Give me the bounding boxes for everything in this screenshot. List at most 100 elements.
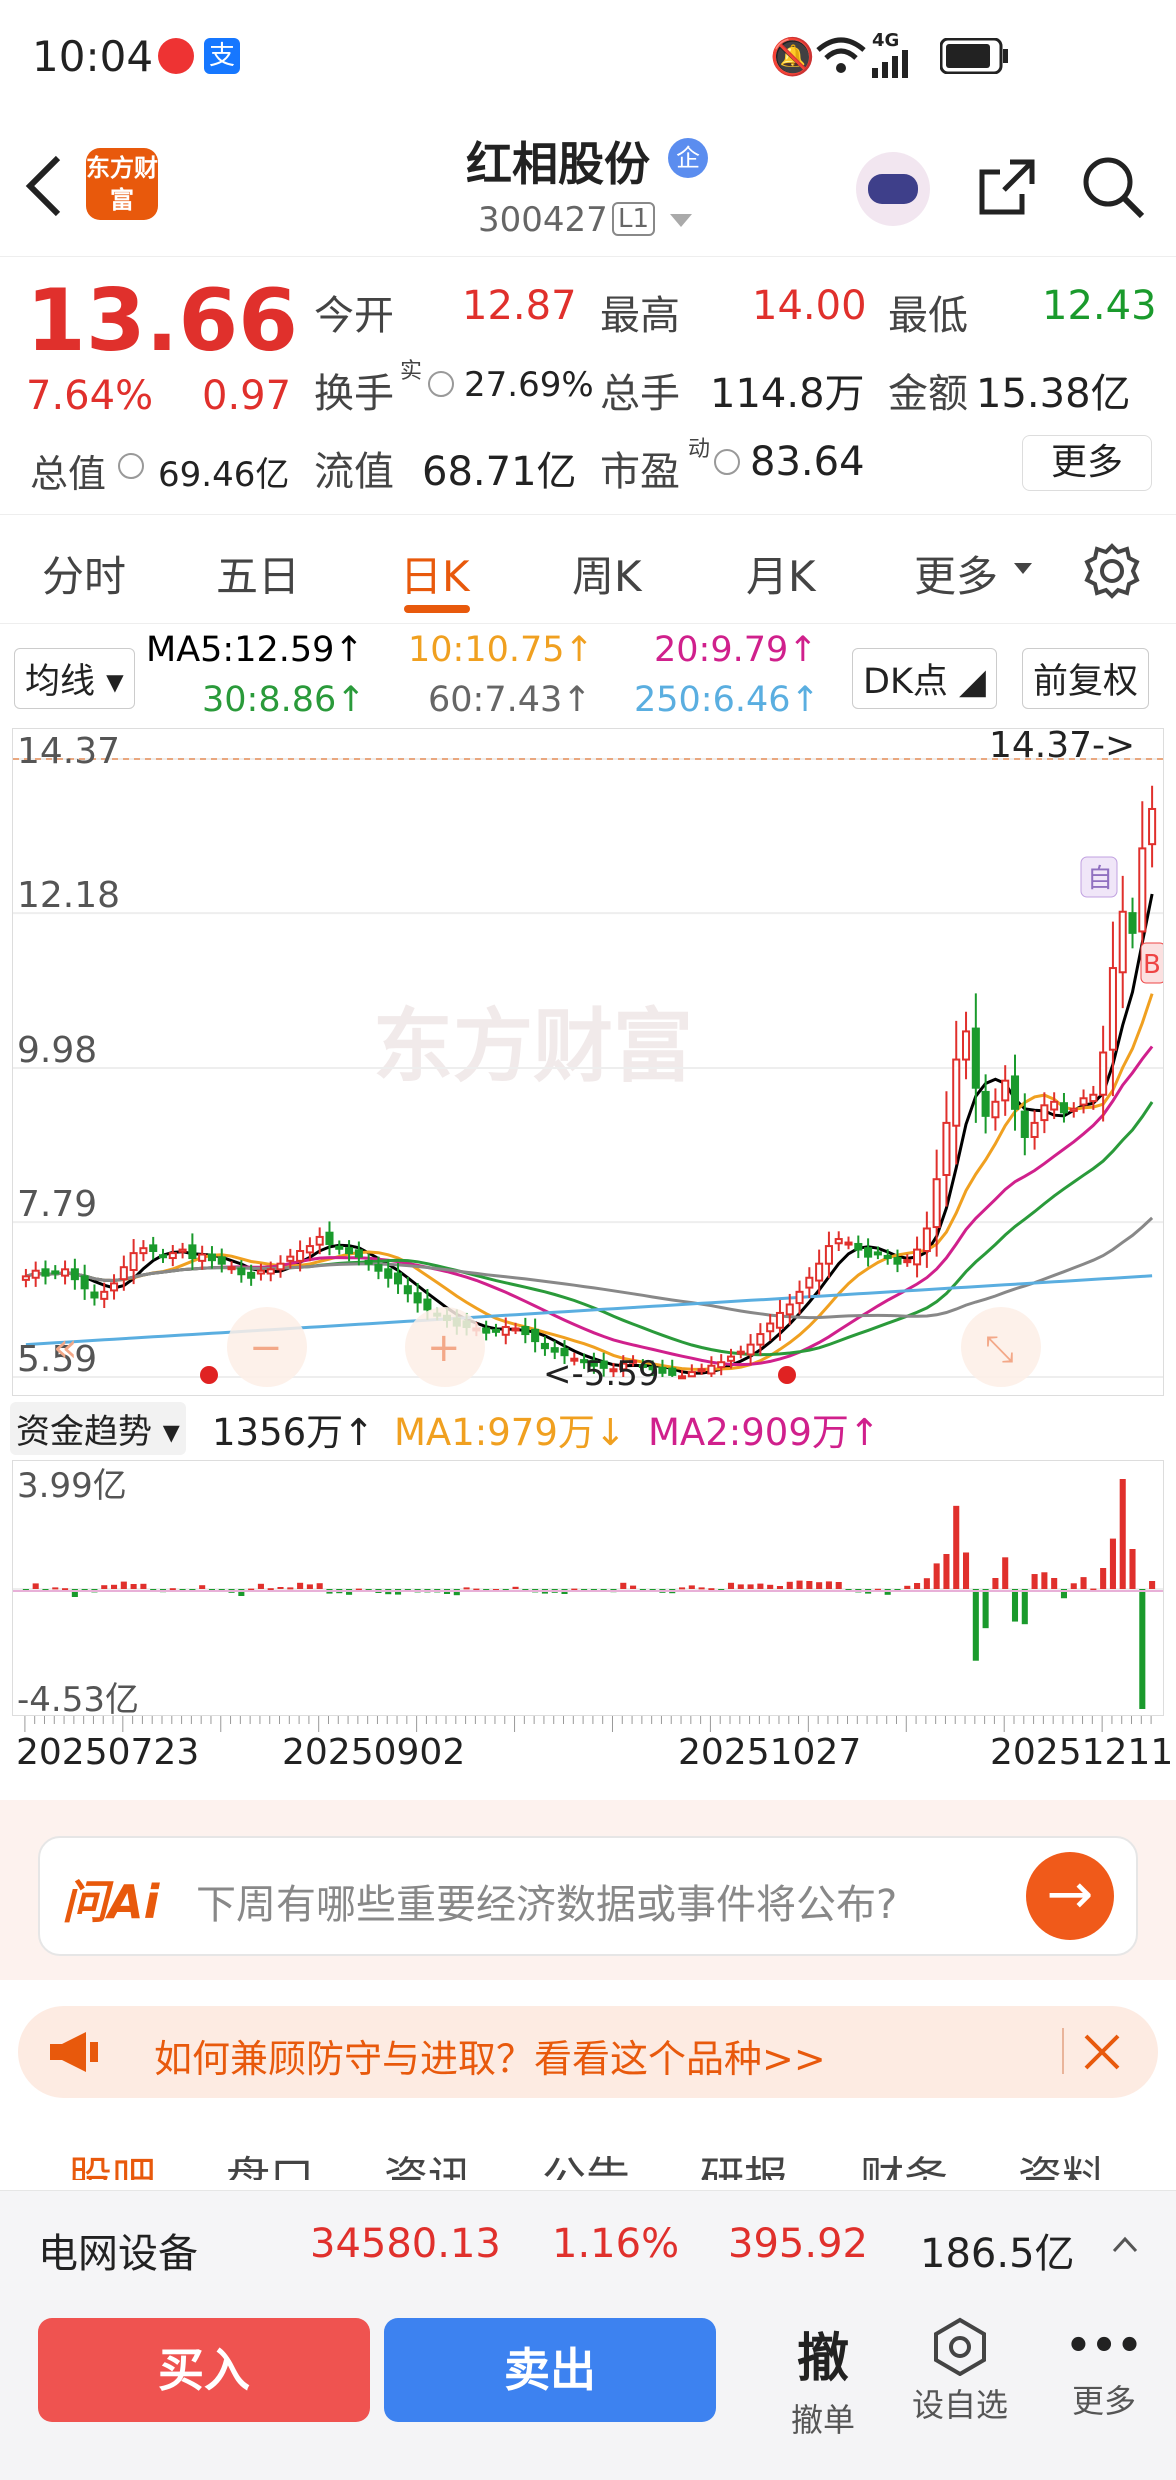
candle-body xyxy=(227,1266,236,1271)
ai-robot-icon[interactable] xyxy=(856,152,930,226)
dk-point-marker xyxy=(200,1366,218,1384)
candle-body xyxy=(256,1269,265,1275)
fund-bar xyxy=(757,1583,764,1589)
candle-body xyxy=(550,1347,559,1353)
fund-bar xyxy=(1100,1568,1107,1589)
candle-body xyxy=(805,1276,814,1289)
info-icon[interactable] xyxy=(118,453,144,479)
subtab-profile[interactable]: 资料 xyxy=(1018,2142,1106,2180)
buy-button[interactable]: 买入 xyxy=(38,2318,370,2422)
current-price: 13.66 xyxy=(26,271,299,371)
subtab-news[interactable]: 资讯 xyxy=(384,2142,472,2180)
candle-body xyxy=(824,1245,833,1265)
candle-body xyxy=(1001,1079,1010,1102)
dk-point-marker xyxy=(778,1366,796,1384)
tab-more[interactable]: 更多 xyxy=(914,543,998,604)
sector-change: 395.92 xyxy=(728,2221,868,2267)
candle-body xyxy=(1050,1100,1059,1111)
chevron-down-icon[interactable] xyxy=(670,214,692,227)
alipay-icon: 支 xyxy=(204,38,240,74)
info-icon[interactable] xyxy=(428,371,454,397)
candle-body xyxy=(864,1247,873,1258)
double-left-icon[interactable]: « xyxy=(53,1325,77,1371)
tab-intraday[interactable]: 分时 xyxy=(42,543,126,604)
fund-top-label: 3.99亿 xyxy=(17,1466,127,1506)
candle-body xyxy=(51,1270,60,1275)
fund-bar xyxy=(1080,1577,1087,1589)
chevron-up-icon[interactable] xyxy=(1112,2235,1138,2253)
more-actions-button[interactable]: ••• 更多 xyxy=(1056,2316,1152,2422)
back-icon[interactable] xyxy=(24,154,64,218)
ai-logo: 问Ai xyxy=(62,1875,160,1929)
dk-point-select[interactable]: DK点 ◢ xyxy=(852,648,997,709)
watermark: 东方财富 xyxy=(373,1002,693,1091)
candle-body xyxy=(687,1371,696,1378)
fund-bar xyxy=(708,1588,715,1591)
candle-body xyxy=(913,1248,922,1266)
candle-body xyxy=(511,1327,520,1332)
arrow-right-icon[interactable]: → xyxy=(1026,1852,1114,1940)
candle-body xyxy=(178,1248,187,1253)
tab-weekly-k[interactable]: 周K xyxy=(572,543,642,604)
subtab-guba[interactable]: 股吧 xyxy=(68,2142,156,2180)
candle-body xyxy=(207,1253,217,1262)
candle-body xyxy=(168,1252,177,1260)
search-icon[interactable] xyxy=(1080,154,1146,220)
fund-value: 1356万↑ xyxy=(212,1411,375,1454)
candle-body xyxy=(109,1282,119,1292)
fund-bar xyxy=(698,1587,705,1590)
candle-body xyxy=(1059,1102,1069,1114)
fund-bar xyxy=(1031,1574,1038,1589)
mktcap-value: 69.46亿 xyxy=(158,455,290,495)
sector-index: 34580.13 xyxy=(310,2221,501,2267)
fund-bar xyxy=(1002,1557,1009,1589)
ma5-value: MA5:12.59↑ xyxy=(146,630,364,670)
ma10-value: 10:10.75↑ xyxy=(408,630,594,670)
close-icon[interactable] xyxy=(1082,2032,1122,2072)
sector-bar[interactable]: 电网设备 34580.13 1.16% 395.92 186.5亿 xyxy=(0,2190,1176,2300)
subtab-announcement[interactable]: 公告 xyxy=(542,2142,630,2180)
cancel-order-button[interactable]: 撤 撤单 xyxy=(778,2316,868,2441)
sector-pct: 1.16% xyxy=(552,2221,680,2267)
date-label: 20251027 xyxy=(678,1732,862,1773)
add-watchlist-button[interactable]: 设自选 xyxy=(900,2316,1020,2426)
fund-trend-select[interactable]: 资金趋势 ▾ xyxy=(10,1402,186,1455)
subtab-pankou[interactable]: 盘口 xyxy=(226,2142,314,2180)
ma-select[interactable]: 均线 ▾ xyxy=(14,648,135,709)
y-tick-label: 14.37 xyxy=(17,731,120,772)
stock-name: 红相股份 xyxy=(466,137,650,191)
promo-text: 如何兼顾防守与进取？看看这个品种>> xyxy=(154,2037,826,2081)
tab-monthly-k[interactable]: 月K xyxy=(746,543,816,604)
more-button[interactable]: 更多 xyxy=(1022,435,1152,491)
promo-banner[interactable]: 如何兼顾防守与进取？看看这个品种>> xyxy=(18,2006,1158,2098)
sector-amount: 186.5亿 xyxy=(920,2231,1075,2277)
fund-trend-chart[interactable]: 3.99亿 -4.53亿 xyxy=(12,1460,1164,1716)
candle-body xyxy=(354,1249,363,1258)
candle-body xyxy=(697,1368,706,1373)
subtab-finance[interactable]: 财务 xyxy=(860,2142,948,2180)
subtab-research[interactable]: 研报 xyxy=(700,2142,788,2180)
candle-body xyxy=(188,1244,197,1260)
wifi-icon xyxy=(816,37,866,73)
candlestick-chart[interactable]: 东方财富 14.3712.189.987.795.59 14.37-> <-5.… xyxy=(12,728,1164,1396)
gear-icon[interactable] xyxy=(1084,543,1140,599)
fund-bar xyxy=(1070,1583,1077,1589)
candle-body xyxy=(521,1326,530,1336)
share-icon[interactable] xyxy=(974,154,1040,220)
tab-five-day[interactable]: 五日 xyxy=(216,543,300,604)
float-value: 68.71亿 xyxy=(422,449,577,495)
info-icon[interactable] xyxy=(714,449,740,475)
candle-body xyxy=(119,1266,128,1281)
candle-body xyxy=(834,1238,843,1245)
candle-body xyxy=(677,1375,687,1380)
candle-body xyxy=(1020,1110,1029,1138)
fund-bar xyxy=(747,1584,754,1589)
candle-body xyxy=(883,1254,892,1260)
candle-body xyxy=(746,1343,755,1356)
ai-question-box[interactable]: 问Ai 下周有哪些重要经济数据或事件将公布? → xyxy=(38,1836,1138,1956)
adjust-select[interactable]: 前复权 xyxy=(1022,648,1150,709)
tab-daily-k[interactable]: 日K xyxy=(400,543,470,604)
sell-button[interactable]: 卖出 xyxy=(384,2318,716,2422)
cancel-icon: 撤 xyxy=(796,2329,849,2389)
turnover-label: 换手 xyxy=(314,371,394,417)
